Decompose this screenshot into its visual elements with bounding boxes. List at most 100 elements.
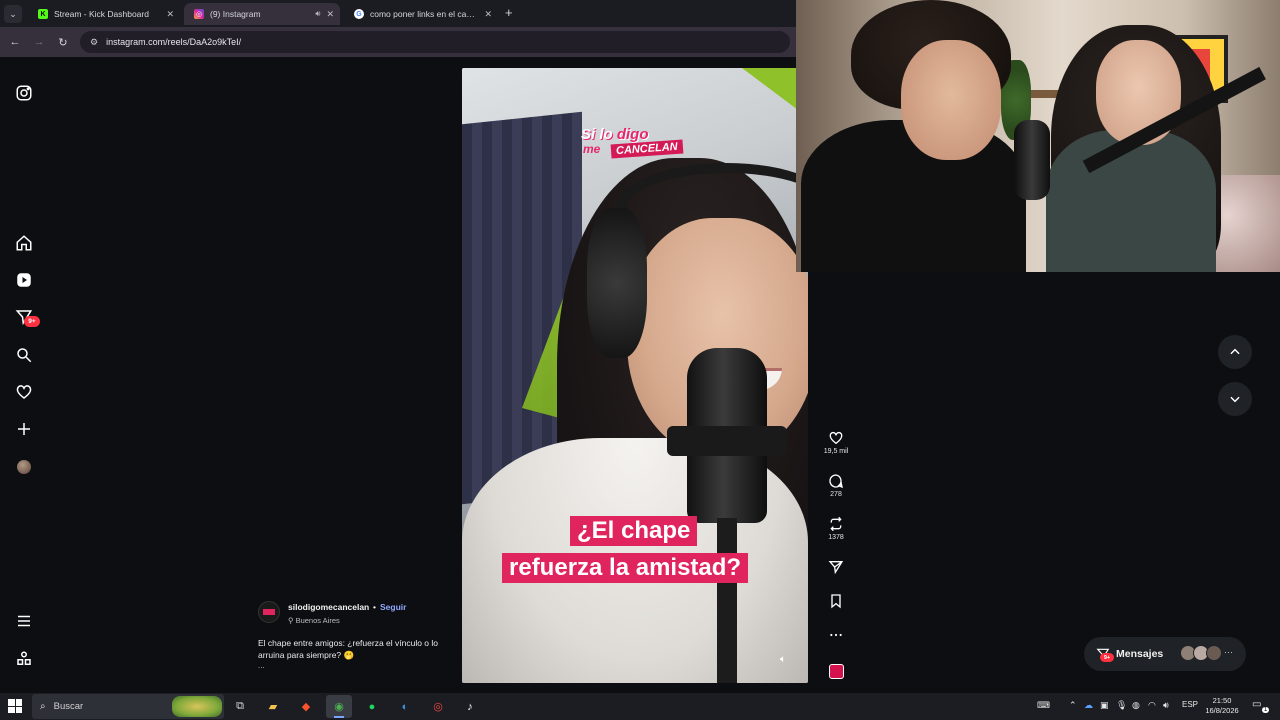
more-options-button[interactable] xyxy=(818,627,854,643)
taskbar-search[interactable]: ⌕ Buscar xyxy=(32,694,224,719)
like-count: 19,5 mil xyxy=(823,448,849,455)
video-mic-mount xyxy=(667,426,787,456)
microphone-icon[interactable]: 🎙︎ xyxy=(1116,700,1127,711)
close-tab-icon[interactable]: ✕ xyxy=(326,9,334,20)
close-tab-icon[interactable]: ✕ xyxy=(166,9,174,20)
comment-icon xyxy=(829,474,843,489)
streamer-webcam xyxy=(796,0,1280,272)
edge-icon[interactable]: ◐ xyxy=(392,695,418,718)
create-plus-icon[interactable] xyxy=(14,419,34,439)
instagram-icon: ◎ xyxy=(194,9,204,19)
search-highlight-image xyxy=(172,696,222,717)
repost-button[interactable]: 1378 xyxy=(818,516,854,541)
volume-icon[interactable]: 🔊︎ xyxy=(1163,700,1169,711)
previous-reel-button[interactable] xyxy=(1218,335,1252,369)
follow-button[interactable]: Seguir xyxy=(380,602,406,612)
wifi-icon[interactable]: ◠ xyxy=(1148,700,1156,711)
tiktok-icon[interactable]: ♪ xyxy=(457,695,483,718)
notification-count: 1 xyxy=(1262,707,1270,713)
video-caption-line-2: refuerza la amistad? xyxy=(502,553,749,583)
close-tab-icon[interactable]: ✕ xyxy=(484,9,492,20)
apps-icon[interactable] xyxy=(14,649,34,669)
more-contacts-icon[interactable]: ··· xyxy=(1224,647,1233,657)
repost-count: 1378 xyxy=(828,534,844,541)
onedrive-icon[interactable]: ☁︎ xyxy=(1084,700,1093,711)
heart-icon xyxy=(829,431,843,445)
chrome-icon[interactable]: ◉ xyxy=(326,695,352,718)
instagram-logo-icon[interactable] xyxy=(14,83,34,103)
chevron-up-icon xyxy=(1230,348,1240,355)
reel-video[interactable]: Si lo digo me CANCELAN ¿El chape refuerz… xyxy=(462,68,808,683)
tab-search-icon[interactable]: ⌄ xyxy=(4,5,22,23)
url-text: instagram.com/reels/DaA2o9kTeI/ xyxy=(106,37,242,47)
speaker-icon[interactable]: 🔊︎ xyxy=(315,9,320,19)
tab-instagram[interactable]: ◎ (9) Instagram 🔊︎ ✕ xyxy=(184,3,340,25)
next-reel-button[interactable] xyxy=(1218,382,1252,416)
contact-avatar xyxy=(1206,645,1222,661)
clock-time: 21:50 xyxy=(1212,696,1232,705)
messages-label: Mensajes xyxy=(1116,648,1164,660)
system-clock[interactable]: 21:50 16/8/2026 xyxy=(1202,696,1242,716)
file-explorer-icon[interactable]: ▰ xyxy=(260,695,286,718)
kick-icon: K xyxy=(38,9,48,19)
forward-icon[interactable]: → xyxy=(30,33,48,51)
google-icon: G xyxy=(354,9,364,19)
address-bar[interactable]: ⚙︎ instagram.com/reels/DaA2o9kTeI/ xyxy=(80,31,790,53)
save-button[interactable] xyxy=(818,593,854,609)
location-tag[interactable]: ⚲ Buenos Aires xyxy=(288,616,340,625)
instagram-sidebar: 9+ xyxy=(0,57,50,693)
original-audio-thumbnail[interactable] xyxy=(829,664,844,679)
clock-date: 16/8/2026 xyxy=(1205,706,1239,715)
home-icon[interactable] xyxy=(14,233,34,253)
search-icon[interactable] xyxy=(14,345,34,365)
send-icon xyxy=(828,561,844,575)
more-icon xyxy=(830,633,842,637)
tab-title: Stream - Kick Dashboard xyxy=(54,9,149,19)
tab-title: como poner links en el canal d xyxy=(370,9,479,19)
author-username[interactable]: silodigomecancelan xyxy=(288,602,369,612)
messages-badge: 9+ xyxy=(24,316,40,327)
notification-center-icon[interactable]: ▭ xyxy=(1252,699,1261,710)
new-tab-icon[interactable]: + xyxy=(505,5,513,20)
post-description: El chape entre amigos: ¿refuerza el vínc… xyxy=(258,638,439,660)
video-mic-stand xyxy=(717,518,737,683)
tray-app-icon[interactable]: ◍ xyxy=(1132,700,1140,711)
video-headphone xyxy=(587,208,647,358)
comment-count: 278 xyxy=(830,491,842,498)
like-button[interactable]: 19,5 mil xyxy=(818,430,854,455)
tab-kick-dashboard[interactable]: K Stream - Kick Dashboard ✕ xyxy=(28,3,180,25)
windows-taskbar: ⌕ Buscar ⧉ ▰ ◆ ◉ ● ◐ ◎ ♪ ⌨︎ ⌃ ☁︎ ▣ 🎙︎ ◍ … xyxy=(0,693,1280,720)
site-info-icon[interactable]: ⚙︎ xyxy=(90,37,98,48)
windows-start-icon[interactable] xyxy=(8,699,22,713)
video-caption-line-1: ¿El chape xyxy=(570,516,698,546)
comment-button[interactable]: 278 xyxy=(818,473,854,498)
tray-app-icon[interactable]: ▣ xyxy=(1100,700,1109,711)
profile-avatar[interactable] xyxy=(17,460,31,474)
keyboard-icon[interactable]: ⌨︎ xyxy=(1037,700,1050,711)
menu-icon[interactable] xyxy=(14,611,34,631)
obs-icon[interactable]: ◎ xyxy=(425,695,451,718)
reload-icon[interactable]: ↻ xyxy=(54,33,72,51)
tab-google-search[interactable]: G como poner links en el canal d ✕ xyxy=(344,3,498,25)
audio-toggle-icon[interactable]: 🔈︎ xyxy=(780,654,786,665)
more-description-link[interactable]: ... xyxy=(258,661,265,670)
share-button[interactable] xyxy=(818,559,854,575)
search-icon: ⌕ xyxy=(40,701,46,712)
author-avatar[interactable] xyxy=(258,601,280,623)
search-placeholder: Buscar xyxy=(53,701,84,712)
chevron-down-icon xyxy=(1230,396,1240,403)
repost-icon xyxy=(830,516,842,532)
tab-title: (9) Instagram xyxy=(210,9,261,19)
bookmark-icon xyxy=(831,594,841,609)
brave-browser-icon[interactable]: ◆ xyxy=(293,695,319,718)
screen: ⌄ K Stream - Kick Dashboard ✕ ◎ (9) Inst… xyxy=(0,0,1280,720)
reels-icon[interactable] xyxy=(14,270,34,290)
task-view-icon[interactable]: ⧉ xyxy=(227,695,253,718)
show-hidden-icons-icon[interactable]: ⌃ xyxy=(1069,700,1077,711)
heart-icon[interactable] xyxy=(14,382,34,402)
language-indicator[interactable]: ESP xyxy=(1182,700,1198,709)
separator-dot: • xyxy=(373,602,376,612)
spotify-icon[interactable]: ● xyxy=(359,695,385,718)
messages-count-badge: 9+ xyxy=(1100,653,1114,662)
back-icon[interactable]: ← xyxy=(6,33,24,51)
